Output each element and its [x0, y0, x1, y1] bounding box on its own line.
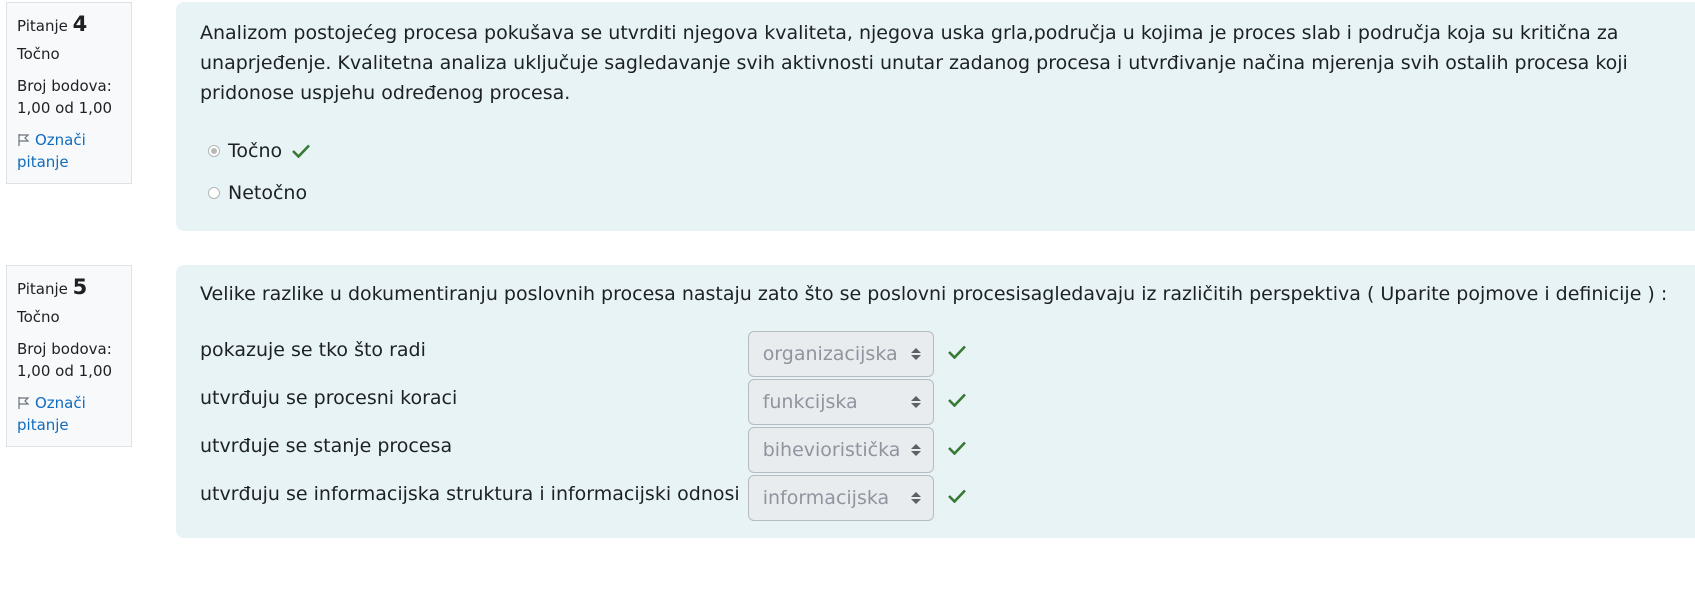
question-label: Pitanje — [17, 17, 68, 35]
select-caret-icon — [910, 396, 921, 408]
question-info-5: Pitanje 5 Točno Broj bodova: 1,00 od 1,0… — [6, 265, 132, 447]
check-icon — [947, 441, 966, 456]
answer-option-tocno[interactable]: Točno — [200, 130, 1671, 172]
radio-netocno[interactable] — [208, 187, 220, 199]
question-state: Točno — [17, 308, 60, 326]
question-number-value: 4 — [72, 12, 88, 36]
match-select[interactable]: bihevioristička — [747, 427, 934, 473]
question-content-5: Velike razlike u dokumentiranju poslovni… — [176, 265, 1695, 538]
matching-table: pokazuje se tko što radi organizacijska … — [200, 329, 966, 521]
question-grade: Broj bodova: 1,00 od 1,00 — [17, 338, 121, 382]
flag-label-1: Označi — [35, 131, 86, 149]
grade-label: Broj bodova: — [17, 77, 112, 95]
flag-label-2: pitanje — [17, 153, 69, 171]
question-number: Pitanje 5 — [17, 276, 121, 300]
flag-label-1: Označi — [35, 394, 86, 412]
check-icon — [292, 144, 311, 158]
select-value: bihevioristička — [762, 439, 901, 461]
question-number: Pitanje 4 — [17, 13, 121, 37]
match-row: utvrđuju se informacijska struktura i in… — [200, 473, 966, 521]
grade-value: 1,00 od 1,00 — [17, 99, 113, 117]
radio-tocno[interactable] — [208, 145, 220, 157]
match-select[interactable]: informacijska — [747, 475, 934, 521]
question-info-4: Pitanje 4 Točno Broj bodova: 1,00 od 1,0… — [6, 2, 132, 184]
select-value: funkcijska — [762, 391, 858, 413]
select-caret-icon — [910, 444, 921, 456]
match-select[interactable]: organizacijska — [747, 331, 934, 377]
check-icon — [947, 345, 966, 360]
select-value: informacijska — [762, 487, 890, 509]
match-row: pokazuje se tko što radi organizacijska — [200, 329, 966, 377]
grade-value: 1,00 od 1,00 — [17, 362, 113, 380]
flag-question-link[interactable]: Označi pitanje — [17, 392, 121, 436]
select-caret-icon — [910, 348, 921, 360]
question-label: Pitanje — [17, 280, 68, 298]
flag-question-link[interactable]: Označi pitanje — [17, 129, 121, 173]
match-stem: pokazuje se tko što radi — [200, 339, 426, 361]
question-text: Analizom postojećeg procesa pokušava se … — [200, 22, 1628, 104]
grade-label: Broj bodova: — [17, 340, 112, 358]
flag-icon — [18, 397, 30, 409]
flag-label-2: pitanje — [17, 416, 69, 434]
flag-icon — [18, 134, 30, 146]
option-label: Točno — [228, 140, 283, 162]
match-row: utvrđuju se procesni koraci funkcijska — [200, 377, 966, 425]
answer-option-netocno[interactable]: Netočno — [200, 172, 1671, 214]
question-content-4: Analizom postojećeg procesa pokušava se … — [176, 2, 1695, 231]
match-stem: utvrđuju se procesni koraci — [200, 387, 458, 409]
match-row: utvrđuje se stanje procesa bihevioristič… — [200, 425, 966, 473]
select-caret-icon — [910, 492, 921, 504]
match-stem: utvrđuje se stanje procesa — [200, 435, 453, 457]
match-select[interactable]: funkcijska — [747, 379, 934, 425]
option-label: Netočno — [228, 182, 308, 204]
question-text: Velike razlike u dokumentiranju poslovni… — [200, 283, 1668, 305]
check-icon — [947, 393, 966, 408]
answer-options: Točno Netočno — [200, 130, 1671, 214]
question-state: Točno — [17, 45, 60, 63]
match-stem: utvrđuju se informacijska struktura i in… — [200, 483, 740, 505]
check-icon — [947, 489, 966, 504]
question-number-value: 5 — [72, 275, 88, 299]
question-grade: Broj bodova: 1,00 od 1,00 — [17, 75, 121, 119]
select-value: organizacijska — [762, 343, 898, 365]
